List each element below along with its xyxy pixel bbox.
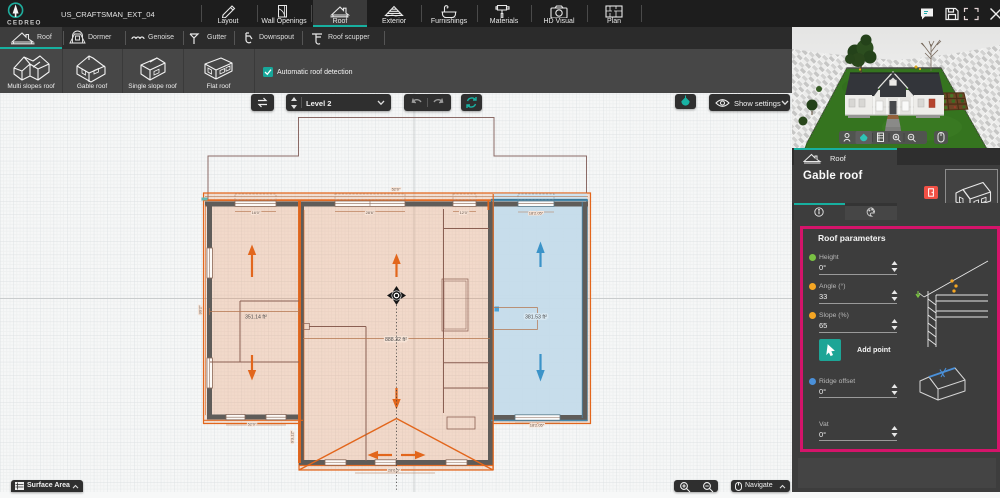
svg-text:9'3.12": 9'3.12" xyxy=(290,430,295,443)
svg-text:12'0": 12'0" xyxy=(460,210,469,215)
svg-text:351.14 ft²: 351.14 ft² xyxy=(245,315,267,321)
svg-text:381.53 ft²: 381.53 ft² xyxy=(525,314,547,320)
svg-text:CEDREO: CEDREO xyxy=(7,20,42,27)
svg-text:52'0": 52'0" xyxy=(248,422,257,427)
svg-text:18'2.05": 18'2.05" xyxy=(530,423,545,428)
svg-text:18'2.05": 18'2.05" xyxy=(529,211,544,216)
svg-text:16'0": 16'0" xyxy=(252,210,261,215)
svg-text:28'6.5": 28'6.5" xyxy=(388,468,401,473)
svg-text:28'6": 28'6" xyxy=(366,210,375,215)
svg-text:30'2": 30'2" xyxy=(198,305,203,314)
svg-text:52'0": 52'0" xyxy=(392,187,401,192)
